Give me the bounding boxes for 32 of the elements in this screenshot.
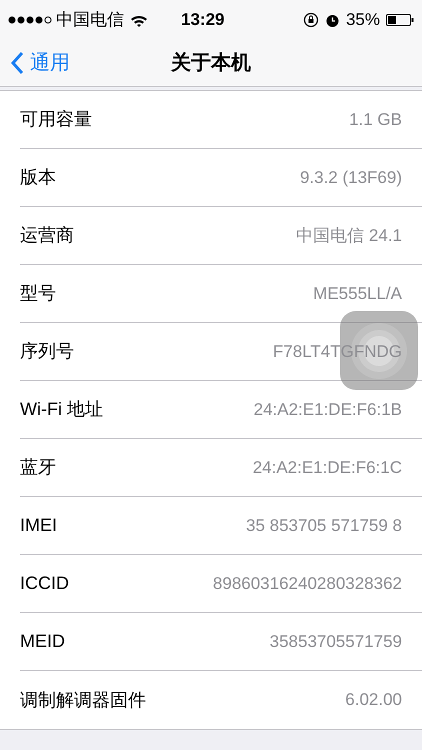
page-title: 关于本机 bbox=[171, 50, 251, 76]
row-value: 中国电信 24.1 bbox=[296, 224, 402, 247]
row-value: 1.1 GB bbox=[349, 108, 402, 131]
row-value: 24:A2:E1:DE:F6:1B bbox=[254, 398, 402, 421]
status-time: 13:29 bbox=[181, 9, 224, 32]
row-label: 调制解调器固件 bbox=[20, 688, 146, 712]
row-label: Wi-Fi 地址 bbox=[20, 398, 103, 421]
row-label: 可用容量 bbox=[20, 108, 92, 131]
back-chevron-icon bbox=[10, 51, 24, 75]
row-value: 6.02.00 bbox=[345, 689, 402, 712]
battery-percent: 35% bbox=[346, 9, 380, 32]
back-button[interactable]: 通用 bbox=[0, 48, 70, 78]
row-label: 版本 bbox=[20, 166, 56, 189]
row-label: 序列号 bbox=[20, 340, 74, 363]
row-label: 蓝牙 bbox=[20, 456, 56, 479]
row-label: ICCID bbox=[20, 572, 69, 595]
row-label: 运营商 bbox=[20, 224, 74, 247]
rotation-lock-icon bbox=[302, 12, 319, 28]
signal-icon bbox=[8, 15, 52, 25]
row-label: MEID bbox=[20, 630, 65, 653]
row-value: 35 853705 571759 8 bbox=[246, 514, 402, 537]
alarm-clock-icon bbox=[324, 12, 340, 28]
carrier-name: 中国电信 bbox=[56, 9, 124, 32]
row-value: ME555LL/A bbox=[313, 282, 402, 305]
battery-icon bbox=[386, 14, 414, 26]
row-value: 24:A2:E1:DE:F6:1C bbox=[252, 456, 402, 479]
row-label: IMEI bbox=[20, 514, 58, 537]
row-value: 89860316240280328362 bbox=[212, 572, 402, 595]
row-value: 9.3.2 (13F69) bbox=[300, 166, 402, 189]
wifi-icon bbox=[130, 14, 148, 26]
row-label: 型号 bbox=[20, 282, 56, 305]
row-value: 35853705571759 bbox=[270, 630, 402, 653]
